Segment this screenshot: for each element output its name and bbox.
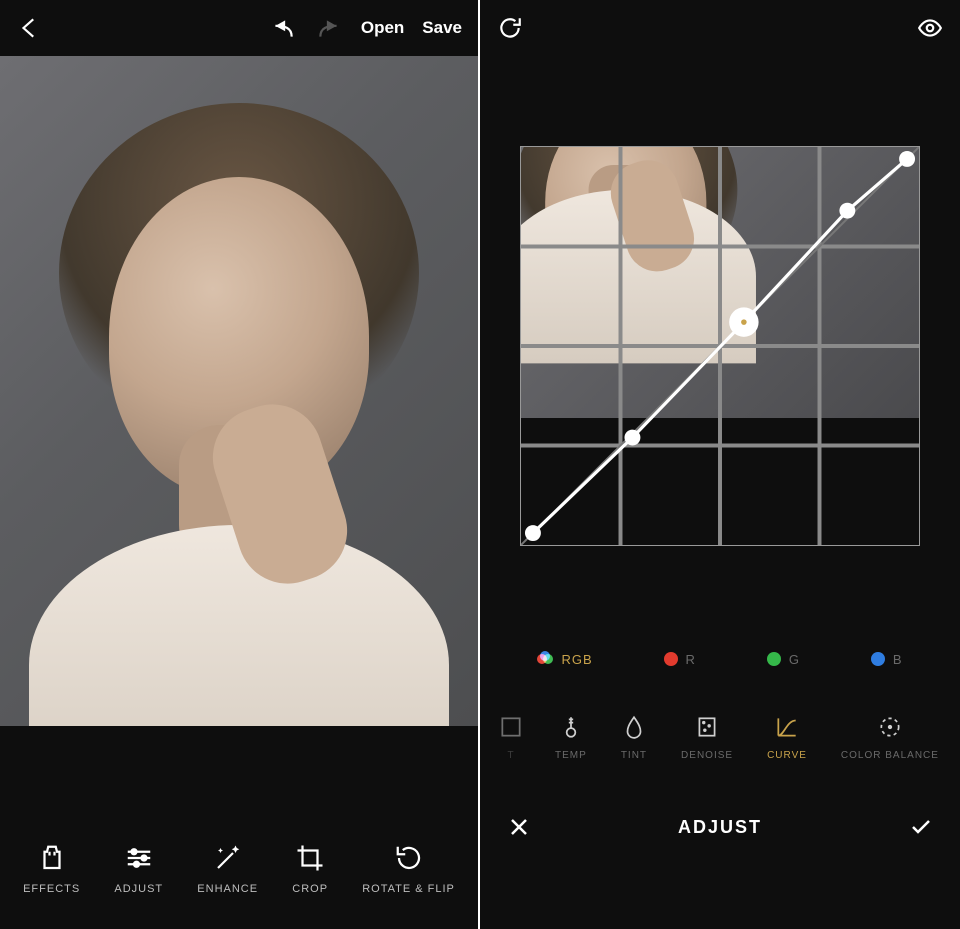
reset-icon[interactable] xyxy=(496,14,524,42)
curve-point[interactable] xyxy=(899,151,915,167)
curve-point[interactable] xyxy=(839,203,855,219)
open-button[interactable]: Open xyxy=(361,18,404,38)
confirm-bar: ADJUST xyxy=(480,792,960,862)
green-dot-icon xyxy=(767,652,781,666)
tool-crop[interactable]: CROP xyxy=(292,843,328,895)
adjust-tool-denoise[interactable]: DENOISE xyxy=(681,714,733,761)
adjust-label: TINT xyxy=(621,750,647,761)
main-tools-row: EFFECTS ADJUST ENHANCE CROP ROTATE & FLI… xyxy=(0,819,478,929)
editor-adjust-screen: RGB R G B T TEMP xyxy=(480,0,960,929)
panel-title: ADJUST xyxy=(534,817,906,838)
tool-enhance[interactable]: ENHANCE xyxy=(197,843,258,895)
adjust-tool-temp[interactable]: TEMP xyxy=(555,714,587,761)
curve-point[interactable] xyxy=(624,430,640,446)
adjust-tool-curve[interactable]: CURVE xyxy=(767,714,807,761)
curve-grid[interactable] xyxy=(520,146,920,546)
adjust-label: DENOISE xyxy=(681,750,733,761)
adjust-tools-row: T TEMP TINT DENOISE CURVE COLOR BALANCE xyxy=(480,682,960,792)
topbar-left: Open Save xyxy=(0,0,478,56)
tool-label: EFFECTS xyxy=(23,883,80,895)
redo-icon xyxy=(315,14,343,42)
adjust-tool-partial[interactable]: T xyxy=(501,714,521,761)
apply-button[interactable] xyxy=(906,812,936,842)
curve-line[interactable] xyxy=(521,147,919,545)
channel-label: G xyxy=(789,652,800,667)
editor-canvas[interactable] xyxy=(0,56,478,726)
channel-b[interactable]: B xyxy=(871,652,903,667)
channel-selector-row: RGB R G B xyxy=(480,636,960,682)
save-button[interactable]: Save xyxy=(422,18,462,38)
adjust-label: CURVE xyxy=(767,750,807,761)
preview-icon[interactable] xyxy=(916,14,944,42)
tool-label: ENHANCE xyxy=(197,883,258,895)
tool-label: ADJUST xyxy=(114,883,163,895)
back-icon[interactable] xyxy=(16,14,44,42)
curve-editor-area xyxy=(480,56,960,636)
red-dot-icon xyxy=(664,652,678,666)
adjust-tool-tint[interactable]: TINT xyxy=(621,714,647,761)
curve-point[interactable] xyxy=(735,313,753,331)
channel-rgb[interactable]: RGB xyxy=(537,651,592,667)
undo-icon[interactable] xyxy=(269,14,297,42)
adjust-tool-color-balance[interactable]: COLOR BALANCE xyxy=(841,714,939,761)
channel-g[interactable]: G xyxy=(767,652,800,667)
blue-dot-icon xyxy=(871,652,885,666)
rgb-icon xyxy=(537,651,553,667)
cancel-button[interactable] xyxy=(504,812,534,842)
tool-adjust[interactable]: ADJUST xyxy=(114,843,163,895)
adjust-label: T xyxy=(507,750,514,761)
curve-point[interactable] xyxy=(525,525,541,541)
adjust-label: COLOR BALANCE xyxy=(841,750,939,761)
tool-rotate-flip[interactable]: ROTATE & FLIP xyxy=(362,843,455,895)
tool-label: CROP xyxy=(292,883,328,895)
tool-effects[interactable]: EFFECTS xyxy=(23,843,80,895)
topbar-right xyxy=(480,0,960,56)
channel-label: R xyxy=(686,652,696,667)
channel-label: RGB xyxy=(561,652,592,667)
channel-r[interactable]: R xyxy=(664,652,696,667)
channel-label: B xyxy=(893,652,903,667)
photo-content xyxy=(0,56,478,726)
tool-label: ROTATE & FLIP xyxy=(362,883,455,895)
adjust-label: TEMP xyxy=(555,750,587,761)
editor-main-screen: Open Save EFFECTS ADJUST ENHANCE xyxy=(0,0,480,929)
